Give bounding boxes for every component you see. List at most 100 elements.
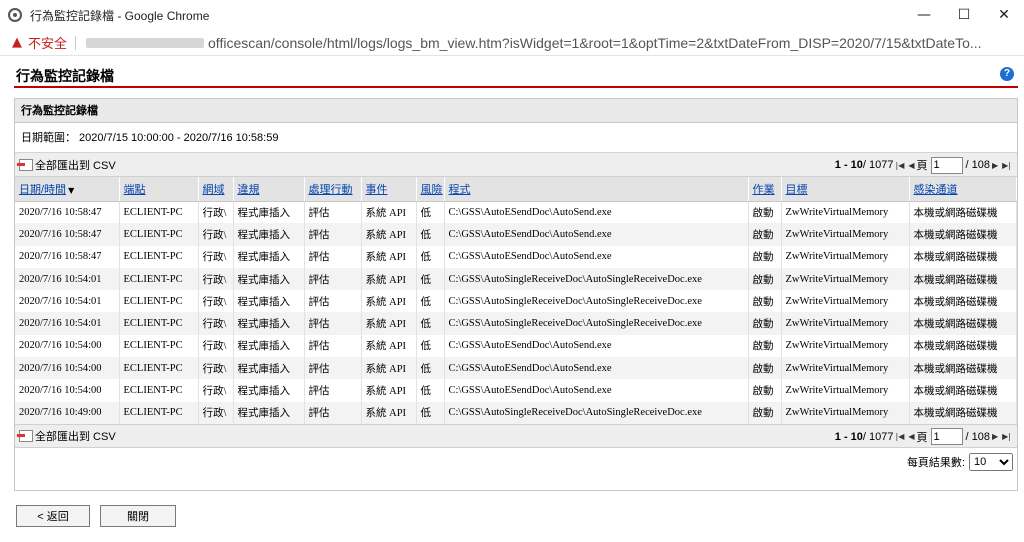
last-page-icon[interactable]: ▶| [1002, 432, 1011, 441]
col-event[interactable]: 事件 [361, 177, 417, 202]
page-label: 頁 [916, 431, 928, 444]
table-cell: 本機或網路磁碟機 [909, 223, 1017, 246]
table-cell: 本機或網路磁碟機 [909, 334, 1017, 358]
close-window-button[interactable]: ✕ [984, 0, 1024, 30]
address-bar[interactable]: ▲ 不安全 officescan/console/html/logs/logs_… [0, 30, 1024, 56]
table-cell: 2020/7/16 10:54:00 [15, 357, 120, 380]
export-csv-icon[interactable] [17, 429, 33, 442]
col-header-link[interactable]: 違規 [238, 184, 260, 196]
top-toolbar: 全部匯出到 CSV 1 - 10 / 1077 |◀ ◀ 頁 / 108 ▶ ▶… [15, 153, 1017, 177]
sort-desc-icon[interactable]: ▼ [68, 186, 74, 195]
next-page-icon[interactable]: ▶ [992, 161, 998, 170]
export-csv-link-top[interactable]: 全部匯出到 CSV [35, 157, 116, 173]
pager-bottom: 1 - 10 / 1077 |◀ ◀ 頁 / 108 ▶ ▶| [835, 425, 1013, 449]
table-cell: 系統 API [361, 267, 417, 291]
table-cell: 本機或網路磁碟機 [909, 267, 1017, 291]
table-cell: C:\GSS\AutoESendDoc\AutoSend.exe [444, 201, 749, 224]
table-cell: 啟動 [748, 267, 782, 291]
window-controls: — ☐ ✕ [904, 0, 1024, 30]
col-risk[interactable]: 風險 [416, 177, 445, 202]
col-operation[interactable]: 作業 [748, 177, 782, 202]
table-header-row: 日期/時間 ▼ 端點 網域 違規 處理行動 事件 風險 程式 作業 目標 感染通道 [15, 177, 1017, 202]
address-divider [75, 35, 77, 50]
first-page-icon[interactable]: |◀ [896, 161, 905, 170]
first-page-icon[interactable]: |◀ [896, 432, 905, 441]
table-cell: 系統 API [361, 401, 417, 424]
col-header-link[interactable]: 日期/時間 [19, 184, 66, 196]
table-row: 2020/7/16 10:58:47 ECLIENT-PC 行政\ 程式庫插入 評估 系統… [15, 245, 1017, 268]
table-cell: 程式庫插入 [233, 267, 305, 291]
table-cell: ECLIENT-PC [119, 267, 199, 291]
table-cell: 啟動 [748, 312, 782, 335]
table-cell: C:\GSS\AutoESendDoc\AutoSend.exe [444, 379, 749, 402]
col-infection-channel[interactable]: 感染通道 [909, 177, 1017, 202]
col-header-link[interactable]: 程式 [449, 184, 471, 196]
table-cell: 系統 API [361, 379, 417, 402]
col-datetime[interactable]: 日期/時間 ▼ [15, 177, 120, 202]
table-cell: 啟動 [748, 401, 782, 424]
col-header-link[interactable]: 網域 [203, 184, 225, 196]
result-total: / 1077 [862, 159, 894, 171]
bottom-toolbar: 全部匯出到 CSV 1 - 10 / 1077 |◀ ◀ 頁 / 108 ▶ ▶… [15, 423, 1017, 449]
table-cell: 2020/7/16 10:58:47 [15, 245, 120, 268]
table-cell: 系統 API [361, 201, 417, 224]
table-cell: ECLIENT-PC [119, 401, 199, 424]
table-row: 2020/7/16 10:58:47 ECLIENT-PC 行政\ 程式庫插入 評估 系統… [15, 201, 1017, 224]
col-program[interactable]: 程式 [444, 177, 749, 202]
result-range: 1 - 10 [834, 430, 863, 443]
table-cell: 啟動 [748, 245, 782, 268]
col-violation[interactable]: 違規 [233, 177, 305, 202]
col-header-link[interactable]: 端點 [124, 184, 146, 196]
col-domain[interactable]: 網域 [198, 177, 234, 202]
warning-icon[interactable]: ▲ [12, 35, 22, 50]
table-cell: 程式庫插入 [233, 201, 305, 224]
url-text[interactable]: officescan/console/html/logs/logs_bm_vie… [208, 35, 982, 51]
table-cell: 程式庫插入 [233, 334, 305, 358]
col-header-link[interactable]: 目標 [786, 184, 808, 196]
window-title: 行為監控記錄檔 - Google Chrome [30, 8, 210, 23]
back-button[interactable]: < 返回 [16, 505, 90, 527]
col-header-link[interactable]: 風險 [421, 184, 443, 196]
maximize-button[interactable]: ☐ [944, 0, 984, 30]
close-button[interactable]: 關閉 [100, 505, 176, 527]
table-cell: 低 [416, 401, 445, 424]
col-action[interactable]: 處理行動 [304, 177, 362, 202]
table-cell: 啟動 [748, 357, 782, 380]
table-cell: 2020/7/16 10:54:01 [15, 312, 120, 335]
table-cell: 本機或網路磁碟機 [909, 312, 1017, 335]
col-header-link[interactable]: 事件 [366, 184, 388, 196]
panel-header: 行為監控記錄檔 [15, 99, 1017, 123]
export-csv-icon[interactable] [17, 158, 33, 171]
prev-page-icon[interactable]: ◀ [908, 161, 914, 170]
col-target[interactable]: 目標 [781, 177, 910, 202]
page-total: / 108 [965, 159, 990, 171]
export-csv-link-bottom[interactable]: 全部匯出到 CSV [35, 428, 116, 444]
table-cell: ZwWriteVirtualMemory [781, 401, 910, 424]
not-secure-label[interactable]: 不安全 [28, 33, 67, 52]
table-cell: 本機或網路磁碟機 [909, 201, 1017, 224]
table-cell: 2020/7/16 10:54:00 [15, 379, 120, 402]
next-page-icon[interactable]: ▶ [992, 432, 998, 441]
table-cell: 行政\ [198, 357, 234, 380]
page-number-input[interactable] [930, 156, 963, 174]
per-page-select[interactable]: 10 [969, 452, 1013, 471]
help-icon[interactable]: ? [1000, 67, 1014, 81]
table-cell: 評估 [304, 334, 362, 358]
last-page-icon[interactable]: ▶| [1002, 161, 1011, 170]
per-page-control: 每頁結果數: 10 [15, 448, 1017, 476]
table-cell: 2020/7/16 10:49:00 [15, 401, 120, 424]
table-cell: ECLIENT-PC [119, 290, 199, 313]
prev-page-icon[interactable]: ◀ [908, 432, 914, 441]
col-endpoint[interactable]: 端點 [119, 177, 199, 202]
table-cell: 系統 API [361, 223, 417, 246]
page-content: 行為監控記錄檔 ? 行為監控記錄檔 日期範圍： 2020/7/15 10:00:… [0, 56, 1024, 542]
col-header-link[interactable]: 感染通道 [914, 184, 958, 196]
page-number-input[interactable] [930, 428, 963, 446]
minimize-button[interactable]: — [904, 0, 944, 30]
page-label: 頁 [916, 160, 928, 172]
table-cell: 評估 [304, 312, 362, 335]
col-header-link[interactable]: 處理行動 [309, 184, 353, 196]
table-cell: 2020/7/16 10:54:01 [15, 267, 120, 291]
table-cell: 評估 [304, 267, 362, 291]
col-header-link[interactable]: 作業 [753, 184, 775, 196]
